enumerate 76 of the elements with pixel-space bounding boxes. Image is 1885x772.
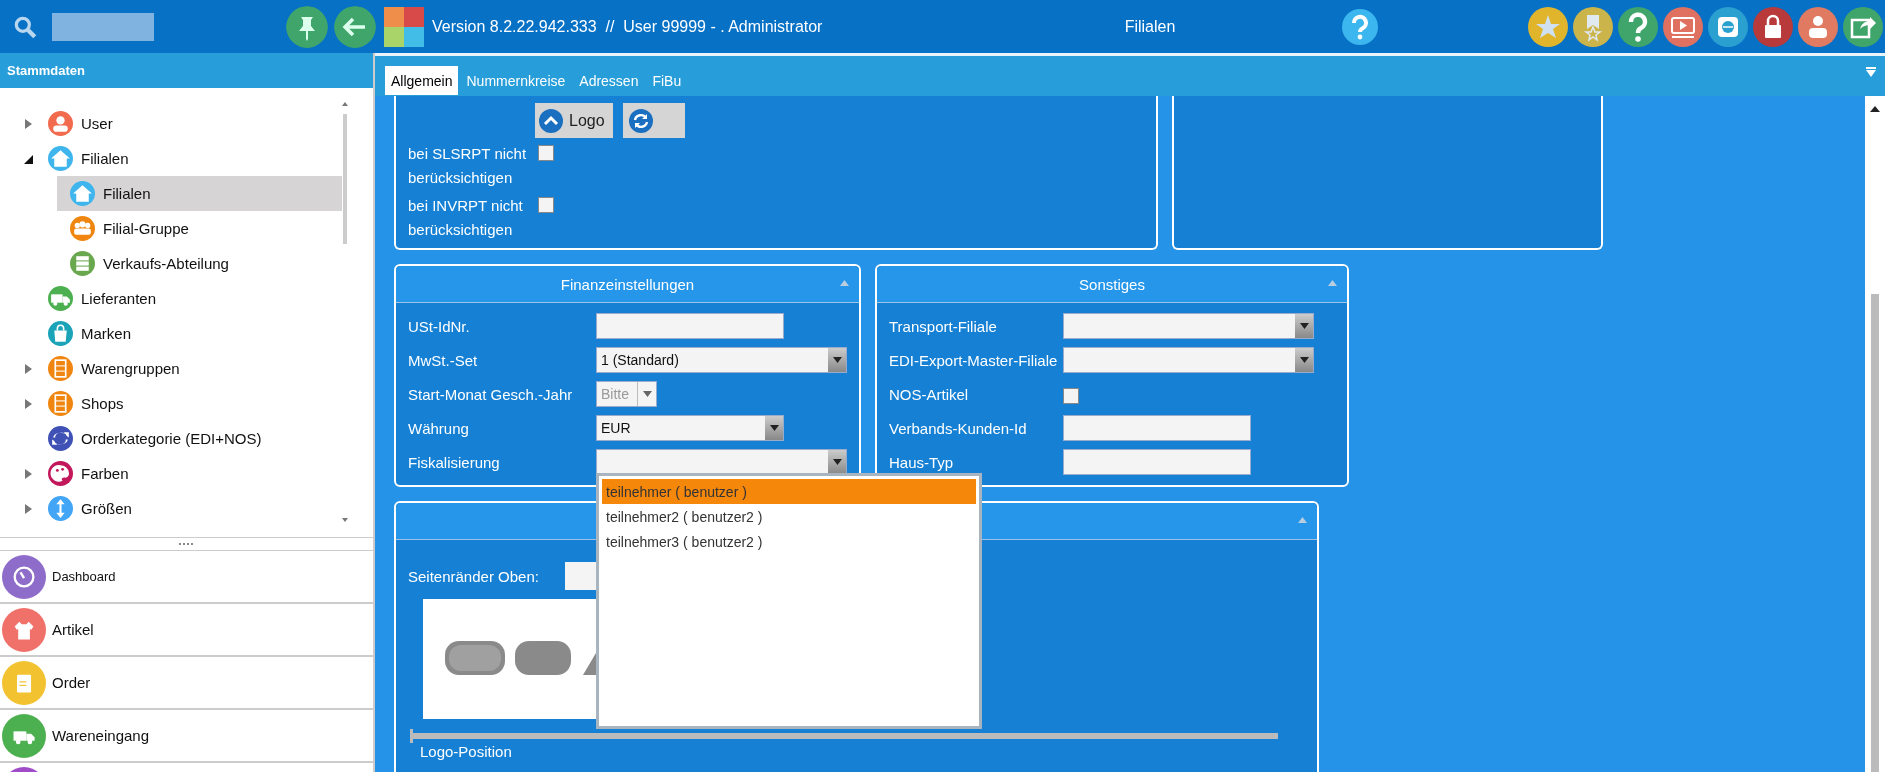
field-label: Haus-Typ bbox=[889, 453, 955, 471]
nav-item[interactable]: Order bbox=[0, 657, 373, 710]
scroll-up-icon[interactable] bbox=[1870, 106, 1880, 112]
field-label: NOS-Artikel bbox=[889, 385, 970, 403]
text-field[interactable] bbox=[1063, 415, 1251, 441]
pin-button[interactable] bbox=[286, 5, 328, 48]
dropdown-field[interactable]: 1 (Standard) bbox=[596, 347, 847, 373]
field-label: USt-IdNr. bbox=[408, 317, 471, 335]
chevron-up-icon bbox=[539, 108, 563, 133]
dropdown-option[interactable]: teilnehmer ( benutzer ) bbox=[602, 479, 976, 504]
nav-item[interactable]: Dashboard bbox=[0, 551, 373, 604]
checkbox[interactable] bbox=[538, 145, 554, 161]
text-field[interactable] bbox=[1063, 449, 1251, 475]
exit-icon[interactable] bbox=[1843, 6, 1883, 47]
field-label: Verbands-Kunden-Id bbox=[889, 419, 1028, 437]
help-icon[interactable] bbox=[1342, 8, 1378, 45]
slider-thumb[interactable] bbox=[410, 729, 413, 743]
nav-item[interactable]: Artikel bbox=[0, 604, 373, 657]
nav-item[interactable]: Wareneingang bbox=[0, 710, 373, 763]
app-logo bbox=[384, 6, 424, 47]
lock-icon[interactable] bbox=[1753, 6, 1793, 47]
help-icon[interactable] bbox=[1618, 6, 1658, 47]
caret-icon[interactable] bbox=[1299, 323, 1309, 329]
dropdown-field[interactable] bbox=[596, 449, 847, 475]
checkbox[interactable] bbox=[1063, 387, 1079, 404]
caret-icon[interactable] bbox=[1299, 357, 1309, 363]
field-label: Währung bbox=[408, 419, 470, 437]
tree-item[interactable]: Shops bbox=[0, 386, 285, 421]
field-label: MwSt.-Set bbox=[408, 351, 479, 369]
checkbox-label: bei INVRPT nicht berücksichtigen bbox=[408, 196, 524, 240]
field-label: Fiskalisierung bbox=[408, 453, 501, 471]
search-field[interactable] bbox=[52, 12, 154, 41]
field-label: Start-Monat Gesch.-Jahr bbox=[408, 385, 574, 403]
checkbox[interactable] bbox=[538, 197, 554, 213]
field-label: Logo-Position bbox=[420, 743, 513, 760]
dropdown-field[interactable]: EUR bbox=[596, 415, 784, 441]
dropdown-option[interactable]: teilnehmer3 ( benutzer2 ) bbox=[602, 529, 976, 554]
field-label: EDI-Export-Master-Filiale bbox=[889, 351, 1059, 369]
menu-icon[interactable] bbox=[1865, 66, 1877, 78]
tree-item[interactable]: Filialen bbox=[57, 176, 342, 211]
user-icon[interactable] bbox=[1798, 6, 1838, 47]
panel-title: Finanzeinstellungen bbox=[560, 275, 695, 293]
text-field[interactable] bbox=[596, 313, 784, 339]
tree-item[interactable]: Orderkategorie (EDI+NOS) bbox=[0, 421, 285, 456]
panel-title: Sonstiges bbox=[1079, 275, 1145, 293]
tree-item[interactable]: Farben bbox=[0, 456, 285, 491]
dropdown-field[interactable] bbox=[1063, 347, 1314, 373]
video-icon[interactable] bbox=[1663, 6, 1703, 47]
back-button[interactable] bbox=[334, 5, 376, 48]
tree-item[interactable]: Größen bbox=[0, 491, 285, 526]
sidebar-header: Stammdaten bbox=[0, 53, 373, 88]
tab[interactable]: Allgemein bbox=[385, 66, 459, 95]
tree-item[interactable]: Warengruppen bbox=[0, 351, 285, 386]
splitter-handle[interactable] bbox=[178, 542, 195, 546]
refresh-button[interactable] bbox=[622, 103, 685, 138]
window-title: Filialen bbox=[1123, 17, 1177, 36]
tree-item[interactable]: Lieferanten bbox=[0, 281, 285, 316]
field-label: Transport-Filiale bbox=[889, 317, 998, 335]
tree-item[interactable]: Filialen bbox=[0, 141, 285, 176]
dropdown-option[interactable]: teilnehmer2 ( benutzer2 ) bbox=[602, 504, 976, 529]
tree-item[interactable]: Marken bbox=[0, 316, 285, 351]
caret-icon[interactable] bbox=[832, 357, 842, 363]
scrollbar[interactable] bbox=[1865, 96, 1885, 772]
caret-icon[interactable] bbox=[769, 425, 779, 431]
tree-item[interactable]: User bbox=[0, 106, 285, 141]
tree-item[interactable]: Verkaufs-Abteilung bbox=[57, 246, 342, 281]
award-icon[interactable] bbox=[1573, 6, 1613, 47]
dropdown-field[interactable] bbox=[1063, 313, 1314, 339]
version-text: Version 8.2.22.942.333 // User 99999 - . Administrator bbox=[432, 17, 823, 36]
caret-icon[interactable] bbox=[642, 391, 652, 397]
caret-icon[interactable] bbox=[832, 459, 842, 465]
remote-icon[interactable] bbox=[1708, 6, 1748, 47]
refresh-icon bbox=[628, 108, 653, 133]
field-label: Seitenränder Oben: bbox=[408, 567, 539, 585]
tree-item[interactable]: Filial-Gruppe bbox=[57, 211, 342, 246]
logo-button[interactable]: Logo bbox=[535, 103, 613, 138]
